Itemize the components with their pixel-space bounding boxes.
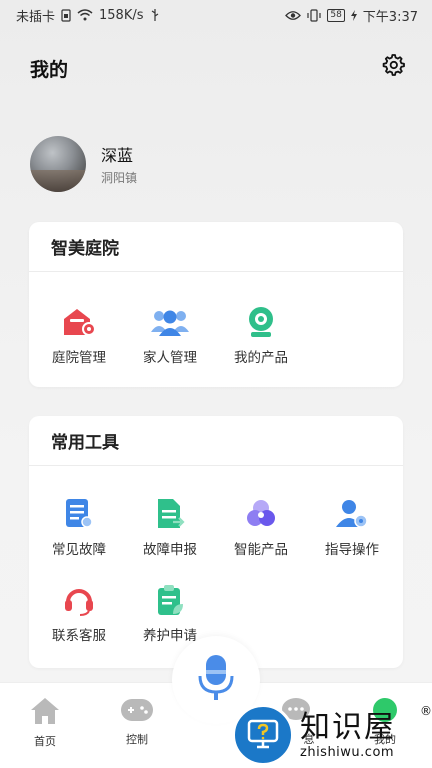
courtyard-card-title: 智美庭院: [29, 222, 403, 272]
maintenance-request-item[interactable]: 养护申请: [125, 580, 215, 644]
nav-home[interactable]: 首页: [15, 697, 75, 749]
watermark-cn: 知识屋: [300, 709, 396, 745]
people-group-icon: [150, 302, 190, 342]
clipboard-leaf-icon: [150, 580, 190, 620]
fault-report-label: 故障申报: [143, 542, 197, 558]
doc-search-icon: [59, 494, 99, 534]
clock: 下午3:37: [362, 9, 418, 25]
common-faults-item[interactable]: 常见故障: [34, 494, 124, 558]
nav-control[interactable]: 控制: [107, 697, 167, 747]
settings-button[interactable]: [380, 54, 406, 80]
watermark: 知识屋 zhishiwu.com ®: [232, 702, 432, 768]
headset-icon: [59, 580, 99, 620]
watermark-en: zhishiwu.com: [300, 744, 395, 760]
tools-card-title: 常用工具: [29, 416, 403, 466]
maintenance-request-label: 养护申请: [143, 628, 197, 644]
family-management-item[interactable]: 家人管理: [125, 302, 215, 366]
sim-icon: [61, 8, 71, 22]
smart-products-item[interactable]: 智能产品: [216, 494, 306, 558]
microphone-icon: [198, 654, 234, 706]
battery-level: 58: [327, 8, 345, 22]
nav-home-label: 首页: [34, 735, 56, 748]
user-profile[interactable]: 深蓝 洞阳镇: [30, 136, 137, 192]
my-products-label: 我的产品: [234, 350, 288, 366]
charging-icon: [350, 9, 357, 21]
house-gear-icon: [59, 302, 99, 342]
family-management-label: 家人管理: [143, 350, 197, 366]
user-gear-icon: [332, 494, 372, 534]
watermark-registered: ®: [420, 704, 432, 718]
network-speed: 158K/s: [99, 7, 144, 23]
camera-product-icon: [241, 302, 281, 342]
courtyard-card: 智美庭院 庭院管理 家人管理 我的产品: [29, 222, 403, 387]
courtyard-management-item[interactable]: 庭院管理: [34, 302, 124, 366]
gamepad-icon: [120, 697, 154, 727]
usb-icon: [150, 8, 160, 22]
home-icon: [30, 697, 60, 729]
my-products-item[interactable]: 我的产品: [216, 302, 306, 366]
profile-location: 洞阳镇: [101, 171, 138, 185]
status-bar: 未插卡 158K/s 58 下午3:37: [0, 0, 432, 30]
courtyard-management-label: 庭院管理: [52, 350, 106, 366]
carrier-text: 未插卡: [16, 9, 56, 25]
smart-product-icon: [241, 494, 281, 534]
gear-icon: [381, 53, 405, 81]
doc-report-icon: [150, 494, 190, 534]
customer-service-label: 联系客服: [52, 628, 106, 644]
nav-control-label: 控制: [126, 733, 148, 746]
tools-card: 常用工具 常见故障 故障申报 智能产品 指导操作 联系客服 养护申请: [29, 416, 403, 668]
fault-report-item[interactable]: 故障申报: [125, 494, 215, 558]
profile-name: 深蓝: [101, 146, 134, 165]
smart-products-label: 智能产品: [234, 542, 288, 558]
wifi-icon: [77, 9, 93, 21]
vibrate-icon: [307, 8, 321, 22]
operation-guide-label: 指导操作: [325, 542, 379, 558]
eye-icon: [285, 10, 302, 21]
common-faults-label: 常见故障: [52, 542, 106, 558]
operation-guide-item[interactable]: 指导操作: [307, 494, 397, 558]
customer-service-item[interactable]: 联系客服: [34, 580, 124, 644]
page-title: 我的: [30, 59, 69, 81]
avatar[interactable]: [30, 136, 86, 192]
watermark-logo: [232, 704, 294, 766]
